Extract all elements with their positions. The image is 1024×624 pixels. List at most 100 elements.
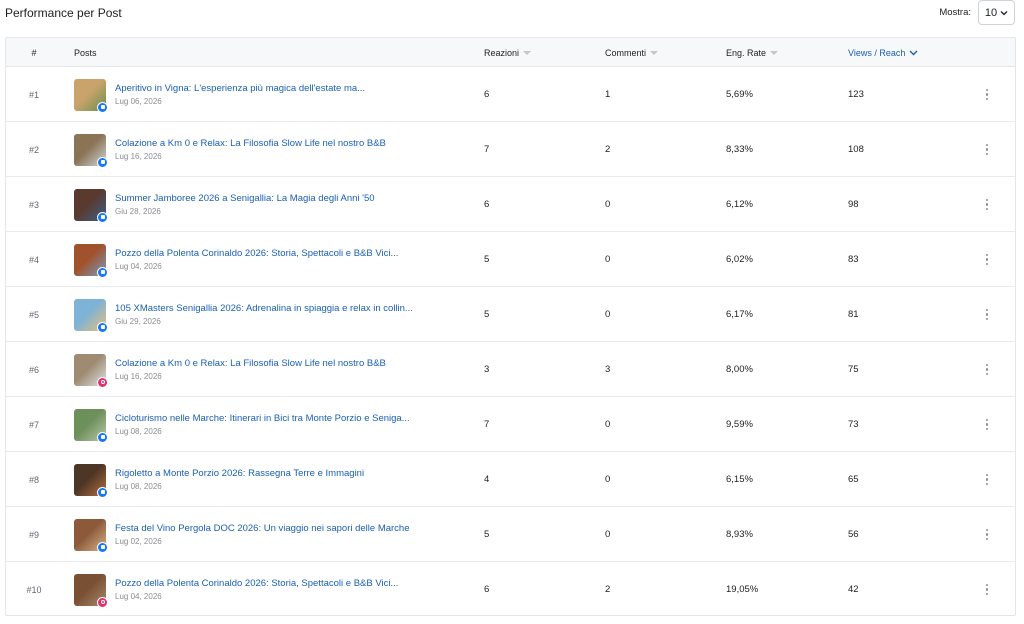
facebook-icon [97, 266, 108, 278]
post-date: Lug 06, 2026 [115, 97, 162, 106]
post-title-link[interactable]: Rigoletto a Monte Porzio 2026: Rassegna … [115, 468, 364, 479]
row-menu-button[interactable] [980, 287, 994, 342]
post-title-link[interactable]: 105 XMasters Senigallia 2026: Adrenalina… [115, 303, 413, 314]
row-menu-button[interactable] [980, 397, 994, 452]
post-cell[interactable]: Aperitivo in Vigna: L'esperienza più mag… [74, 67, 464, 122]
post-cell[interactable]: Cicloturismo nelle Marche: Itinerari in … [74, 397, 464, 452]
comments-value: 0 [605, 419, 611, 430]
post-cell[interactable]: Colazione a Km 0 e Relax: La Filosofia S… [74, 122, 464, 177]
post-date: Lug 02, 2026 [115, 537, 162, 546]
instagram-icon [97, 596, 108, 608]
facebook-icon [97, 431, 108, 443]
views-reach-value: 42 [848, 584, 859, 595]
facebook-icon [97, 321, 108, 333]
post-title-link[interactable]: Colazione a Km 0 e Relax: La Filosofia S… [115, 138, 386, 149]
eng-rate-value: 5,69% [726, 89, 753, 100]
post-title-link[interactable]: Aperitivo in Vigna: L'esperienza più mag… [115, 83, 365, 94]
post-thumbnail [74, 243, 108, 278]
post-cell[interactable]: Pozzo della Polenta Corinaldo 2026: Stor… [74, 562, 464, 615]
table-row[interactable]: #8 Rigoletto a Monte Porzio 2026: Rassegn… [6, 452, 1015, 507]
column-header-posts: Posts [74, 47, 97, 58]
facebook-icon [97, 156, 108, 168]
table-row[interactable]: #7 Cicloturismo nelle Marche: Itinerari i… [6, 397, 1015, 452]
post-thumbnail [74, 298, 108, 333]
more-vertical-icon [985, 529, 989, 540]
column-header-views-reach[interactable]: Views / Reach [848, 38, 918, 67]
eng-rate-value: 8,00% [726, 364, 753, 375]
row-rank: #10 [26, 584, 42, 595]
reactions-value: 5 [484, 309, 490, 320]
post-title-link[interactable]: Festa del Vino Pergola DOC 2026: Un viag… [115, 523, 410, 534]
post-cell[interactable]: Pozzo della Polenta Corinaldo 2026: Stor… [74, 232, 464, 287]
post-cell[interactable]: 105 XMasters Senigallia 2026: Adrenalina… [74, 287, 464, 342]
comments-value: 0 [605, 254, 611, 265]
table-row[interactable]: #5 105 XMasters Senigallia 2026: Adrenali… [6, 287, 1015, 342]
table-row[interactable]: #1 Aperitivo in Vigna: L'esperienza più m… [6, 67, 1015, 122]
comments-value: 0 [605, 474, 611, 485]
views-reach-value: 98 [848, 199, 859, 210]
post-date: Giu 28, 2026 [115, 207, 161, 216]
row-menu-button[interactable] [980, 122, 994, 177]
reactions-value: 5 [484, 529, 490, 540]
rows-per-page-control: Mostra: 10 [939, 0, 1015, 25]
views-reach-value: 65 [848, 474, 859, 485]
table-row[interactable]: #3 Summer Jamboree 2026 a Senigallia: La … [6, 177, 1015, 232]
chevron-down-icon [909, 50, 918, 56]
row-menu-button[interactable] [980, 177, 994, 232]
post-title-link[interactable]: Pozzo della Polenta Corinaldo 2026: Stor… [115, 578, 398, 589]
facebook-icon [97, 211, 108, 223]
views-reach-value: 108 [848, 144, 864, 155]
comments-value: 2 [605, 144, 611, 155]
row-menu-button[interactable] [980, 342, 994, 397]
post-thumbnail [74, 408, 108, 443]
views-reach-value: 83 [848, 254, 859, 265]
row-menu-button[interactable] [980, 67, 994, 122]
post-cell[interactable]: Colazione a Km 0 e Relax: La Filosofia S… [74, 342, 464, 397]
table-row[interactable]: #4 Pozzo della Polenta Corinaldo 2026: St… [6, 232, 1015, 287]
rows-per-page-label: Mostra: [939, 7, 971, 18]
table-row[interactable]: #6 Colazione a Km 0 e Relax: La Filosofia… [6, 342, 1015, 397]
table-row[interactable]: #9 Festa del Vino Pergola DOC 2026: Un vi… [6, 507, 1015, 562]
reactions-value: 6 [484, 199, 490, 210]
post-date: Giu 29, 2026 [115, 317, 161, 326]
table-row[interactable]: #10 Pozzo della Polenta Corinaldo 2026: S… [6, 562, 1015, 615]
row-menu-button[interactable] [980, 507, 994, 562]
post-title-link[interactable]: Cicloturismo nelle Marche: Itinerari in … [115, 413, 410, 424]
column-header-reactions[interactable]: Reazioni [484, 38, 532, 67]
reactions-value: 3 [484, 364, 490, 375]
row-menu-button[interactable] [980, 452, 994, 507]
reactions-value: 6 [484, 89, 490, 100]
post-cell[interactable]: Summer Jamboree 2026 a Senigallia: La Ma… [74, 177, 464, 232]
eng-rate-value: 9,59% [726, 419, 753, 430]
row-menu-button[interactable] [980, 562, 994, 615]
post-date: Lug 08, 2026 [115, 482, 162, 491]
comments-value: 3 [605, 364, 611, 375]
post-thumbnail [74, 573, 108, 608]
post-title-link[interactable]: Summer Jamboree 2026 a Senigallia: La Ma… [115, 193, 375, 204]
eng-rate-value: 8,33% [726, 144, 753, 155]
row-rank: #3 [28, 199, 39, 210]
column-header-comments[interactable]: Commenti [605, 38, 659, 67]
more-vertical-icon [985, 144, 989, 155]
comments-value: 1 [605, 89, 611, 100]
comments-value: 0 [605, 309, 611, 320]
row-menu-button[interactable] [980, 232, 994, 287]
post-cell[interactable]: Rigoletto a Monte Porzio 2026: Rassegna … [74, 452, 464, 507]
more-vertical-icon [985, 199, 989, 210]
comments-value: 0 [605, 199, 611, 210]
post-cell[interactable]: Festa del Vino Pergola DOC 2026: Un viag… [74, 507, 464, 562]
post-thumbnail [74, 518, 108, 553]
reactions-value: 5 [484, 254, 490, 265]
table-row[interactable]: #2 Colazione a Km 0 e Relax: La Filosofia… [6, 122, 1015, 177]
post-title-link[interactable]: Pozzo della Polenta Corinaldo 2026: Stor… [115, 248, 398, 259]
comments-value: 2 [605, 584, 611, 595]
rows-per-page-select[interactable]: 10 [978, 0, 1015, 25]
eng-rate-value: 6,02% [726, 254, 753, 265]
views-reach-value: 56 [848, 529, 859, 540]
post-title-link[interactable]: Colazione a Km 0 e Relax: La Filosofia S… [115, 358, 386, 369]
table-body: #1 Aperitivo in Vigna: L'esperienza più m… [6, 67, 1015, 615]
column-header-eng-rate[interactable]: Eng. Rate [726, 38, 779, 67]
instagram-icon [97, 376, 108, 388]
row-rank: #1 [28, 89, 39, 100]
rows-per-page-value: 10 [984, 6, 998, 19]
